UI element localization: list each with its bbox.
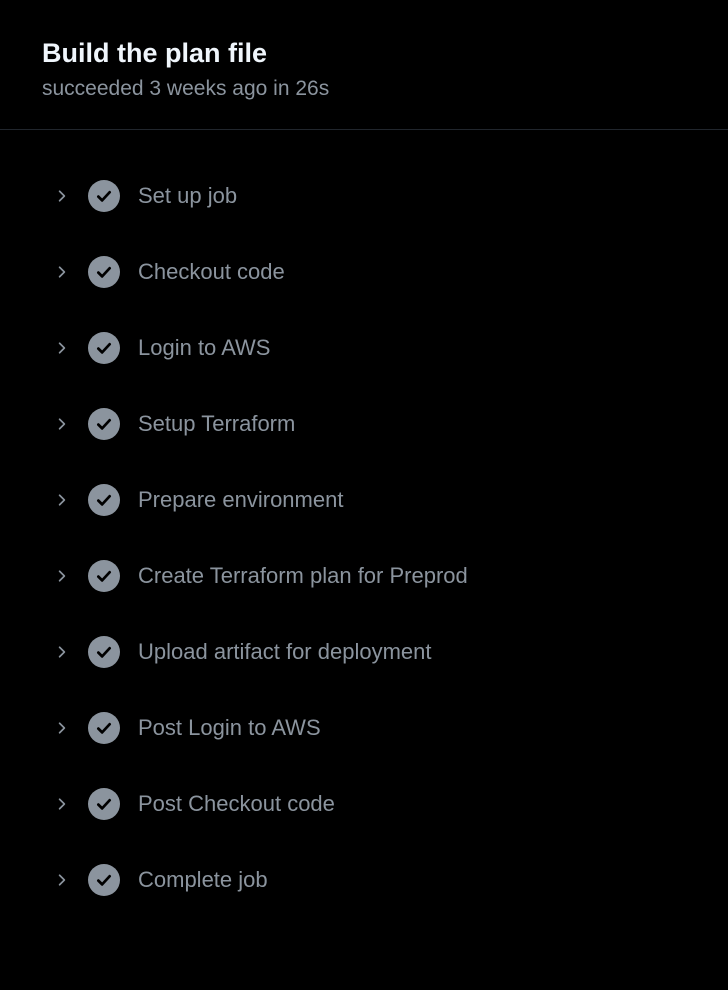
step-row[interactable]: Set up job [42,158,686,234]
chevron-right-icon [52,719,70,737]
job-status-line: succeeded 3 weeks ago in 26s [42,77,686,101]
check-circle-icon [88,636,120,668]
chevron-right-icon [52,795,70,813]
step-label: Upload artifact for deployment [138,639,432,665]
step-label: Create Terraform plan for Preprod [138,563,468,589]
step-row[interactable]: Login to AWS [42,310,686,386]
step-row[interactable]: Prepare environment [42,462,686,538]
job-steps-list: Set up job Checkout code Login to AWS Se… [0,130,728,918]
job-header: Build the plan file succeeded 3 weeks ag… [0,0,728,130]
chevron-right-icon [52,643,70,661]
check-circle-icon [88,256,120,288]
check-circle-icon [88,712,120,744]
step-row[interactable]: Post Login to AWS [42,690,686,766]
chevron-right-icon [52,567,70,585]
chevron-right-icon [52,187,70,205]
check-circle-icon [88,408,120,440]
step-label: Checkout code [138,259,285,285]
step-row[interactable]: Checkout code [42,234,686,310]
step-label: Post Login to AWS [138,715,321,741]
step-label: Login to AWS [138,335,270,361]
step-label: Prepare environment [138,487,343,513]
chevron-right-icon [52,263,70,281]
step-row[interactable]: Setup Terraform [42,386,686,462]
check-circle-icon [88,484,120,516]
step-row[interactable]: Complete job [42,842,686,918]
step-row[interactable]: Upload artifact for deployment [42,614,686,690]
step-label: Complete job [138,867,268,893]
chevron-right-icon [52,415,70,433]
step-label: Setup Terraform [138,411,295,437]
step-row[interactable]: Create Terraform plan for Preprod [42,538,686,614]
check-circle-icon [88,864,120,896]
check-circle-icon [88,788,120,820]
job-title: Build the plan file [42,36,686,71]
step-row[interactable]: Post Checkout code [42,766,686,842]
step-label: Post Checkout code [138,791,335,817]
check-circle-icon [88,560,120,592]
check-circle-icon [88,180,120,212]
check-circle-icon [88,332,120,364]
step-label: Set up job [138,183,237,209]
chevron-right-icon [52,871,70,889]
chevron-right-icon [52,339,70,357]
chevron-right-icon [52,491,70,509]
